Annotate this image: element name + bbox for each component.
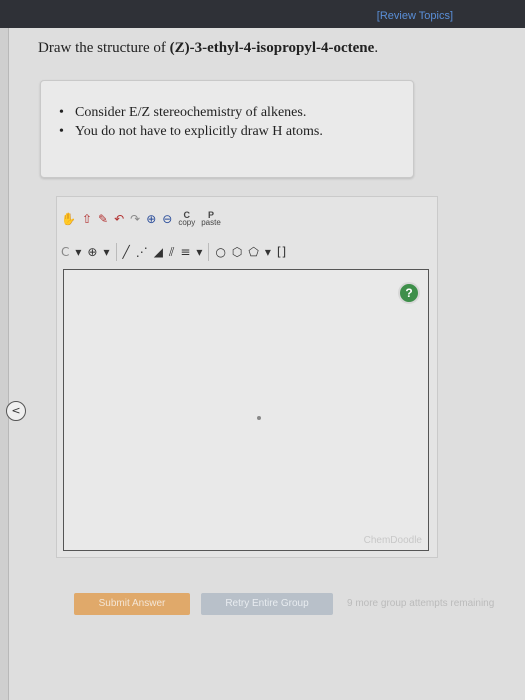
bracket-icon[interactable]: [] (277, 245, 286, 259)
p-paste-button-caption: paste (201, 218, 221, 227)
zoom-in-icon[interactable]: ⊕ (146, 212, 156, 226)
carbon-element-icon[interactable]: C (61, 245, 69, 259)
stereo-bond-icon[interactable]: ⋰ (136, 245, 148, 259)
review-topics-link[interactable]: [Review Topics] (377, 10, 453, 22)
zoom-out-icon[interactable]: ⊖ (162, 212, 172, 226)
toolbar-separator (208, 243, 210, 261)
benzene-icon[interactable]: ⬡ (232, 245, 242, 259)
hint-item: You do not have to explicitly draw H ato… (59, 124, 413, 140)
attempts-remaining: 9 more group attempts remaining (347, 598, 495, 609)
chevron-down-icon[interactable]: ▾ (75, 245, 81, 259)
canvas-center-dot (257, 416, 261, 420)
cyclopropane-icon[interactable]: ○ (215, 245, 225, 259)
canvas-watermark: ChemDoodle (363, 535, 422, 546)
hand-tool-icon[interactable]: ✋ (61, 212, 76, 226)
help-icon[interactable]: ? (398, 282, 420, 304)
upload-icon[interactable]: ⇧ (82, 212, 92, 226)
toolbar-separator (115, 243, 117, 261)
question-text: Draw the structure of (Z)-3-ethyl-4-isop… (38, 40, 378, 57)
question-suffix: . (374, 40, 379, 56)
undo-icon[interactable]: ↶ (114, 212, 124, 226)
editor-toolbar-bottom: C ▾ ⊕ ▾ ╱ ⋰ ◢ ⫽ ≡ ▾ ○ ⬡ ⬠ ▾ [] (61, 241, 286, 263)
drawing-canvas[interactable]: ? ChemDoodle (63, 269, 429, 551)
hint-item: Consider E/Z stereochemistry of alkenes. (59, 105, 413, 121)
triple-bond-icon[interactable]: ≡ (180, 245, 190, 259)
hint-list: Consider E/Z stereochemistry of alkenes.… (59, 105, 413, 140)
p-paste-button[interactable]: Ppaste (201, 211, 221, 227)
chevron-down-icon[interactable]: ▾ (265, 245, 271, 259)
c-copy-button[interactable]: Ccopy (178, 211, 195, 227)
compound-name: (Z)-3-ethyl-4-isopropyl-4-octene (169, 40, 375, 56)
editor-toolbar-top: ✋ ⇧ ✎ ↶ ↷ ⊕ ⊖ Ccopy Ppaste (61, 207, 221, 231)
cyclopentane-icon[interactable]: ⬠ (248, 245, 258, 259)
left-rail (0, 28, 9, 700)
charge-plus-icon[interactable]: ⊕ (87, 245, 97, 259)
hint-box: Consider E/Z stereochemistry of alkenes.… (40, 80, 414, 178)
chevron-down-icon[interactable]: ▾ (103, 245, 109, 259)
collapse-sidebar-button[interactable]: < (6, 401, 26, 421)
redo-icon[interactable]: ↷ (130, 212, 140, 226)
single-bond-icon[interactable]: ╱ (123, 245, 130, 259)
pencil-icon[interactable]: ✎ (98, 212, 108, 226)
top-bar: [Review Topics] (0, 0, 525, 28)
submit-answer-button[interactable]: Submit Answer (74, 593, 190, 615)
question-prefix: Draw the structure of (38, 40, 170, 56)
structure-editor: ✋ ⇧ ✎ ↶ ↷ ⊕ ⊖ Ccopy Ppaste C ▾ ⊕ ▾ ╱ ⋰ ◢ ⫽ ≡ ▾ ○ ⬡ ⬠ ▾ [] ? Ch… (56, 196, 438, 558)
retry-group-button[interactable]: Retry Entire Group (201, 593, 333, 615)
chevron-down-icon[interactable]: ▾ (196, 245, 202, 259)
c-copy-button-caption: copy (178, 218, 196, 227)
wedge-bond-icon[interactable]: ◢ (154, 245, 163, 259)
double-bond-icon[interactable]: ⫽ (169, 245, 174, 260)
